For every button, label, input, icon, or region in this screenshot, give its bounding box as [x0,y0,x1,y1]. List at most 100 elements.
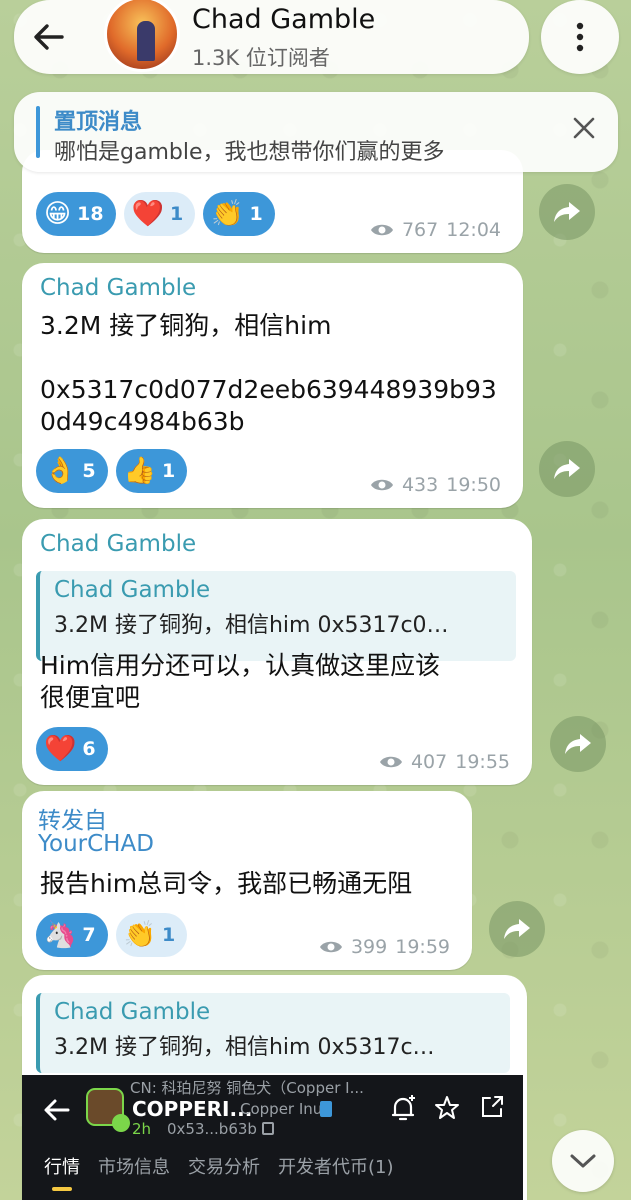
clap-emoji-icon: 👏 [211,199,244,229]
message-meta: 433 19:50 [370,474,501,496]
message-bubble-3[interactable]: Chad Gamble Chad Gamble 3.2M 接了铜狗，相信him … [22,519,532,785]
star-icon[interactable] [434,1095,460,1125]
token-age: 2h [132,1120,152,1138]
tab-dev-tokens[interactable]: 开发者代币(1) [278,1153,394,1189]
app-tabs: 行情 市场信息 交易分析 开发者代币(1) [44,1153,394,1189]
reply-quote[interactable]: Chad Gamble 3.2M 接了铜狗，相信him 0x5317c0… [36,571,516,661]
message-meta: 767 12:04 [370,219,501,241]
quote-text: 3.2M 接了铜狗，相信him 0x5317c… [54,1035,435,1060]
reactions-row: 😁 18 ❤️ 1 👏 1 [36,192,275,236]
chevron-down-icon [570,1154,596,1168]
reaction-clap[interactable]: 👏 1 [115,913,188,957]
tab-quotes[interactable]: 行情 [44,1153,80,1189]
avatar-figure [137,21,155,61]
menu-button[interactable] [541,0,619,74]
reaction-thumbs-up[interactable]: 👍 1 [115,449,188,493]
quote-sender: Chad Gamble [54,999,211,1025]
channel-avatar[interactable] [104,0,180,72]
share-out-icon[interactable] [480,1095,504,1123]
message-bubble-2[interactable]: Chad Gamble 3.2M 接了铜狗，相信him 0x5317c0d077… [22,263,523,508]
back-arrow-icon [34,24,64,50]
clap-emoji-icon: 👏 [123,920,156,950]
back-arrow-icon[interactable] [42,1095,72,1125]
reaction-unicorn[interactable]: 🦄 7 [36,913,108,957]
message-time: 19:59 [395,936,450,958]
thumbs-up-emoji-icon: 👍 [123,456,156,486]
reactions-row: ❤️ 6 [36,727,108,771]
share-arrow-icon [565,734,591,754]
ok-hand-emoji-icon: 👌 [44,456,77,486]
sender-name[interactable]: Chad Gamble [40,275,196,301]
alert-bell-icon[interactable] [390,1095,416,1127]
close-icon [573,117,595,139]
share-button[interactable] [539,441,595,497]
views-count: 433 [401,474,439,496]
channel-name: Chad Gamble [192,4,376,35]
message-text-line: Him信用分还可以，认真做这里应该 [40,651,441,680]
share-arrow-icon [554,202,580,222]
pinned-text: 哪怕是gamble，我也想带你们赢的更多 [54,140,445,165]
reply-quote[interactable]: Chad Gamble 3.2M 接了铜狗，相信him 0x5317c… [36,993,510,1073]
message-text-line: 3.2M 接了铜狗，相信him [40,311,332,340]
chain-badge-icon [320,1101,332,1117]
close-pinned-button[interactable] [572,116,596,144]
message-time: 12:04 [446,219,501,241]
active-tab-underline [52,1187,72,1191]
header-title-pill[interactable]: Chad Gamble 1.3K 位订阅者 [14,0,529,74]
heart-emoji-icon: ❤️ [44,734,77,764]
reaction-count: 1 [161,924,176,946]
cn-label: CN: 科珀尼努 铜色犬（Copper I... [130,1079,364,1097]
share-button[interactable] [550,716,606,772]
reaction-heart[interactable]: ❤️ 1 [123,192,196,236]
back-button[interactable] [32,20,66,58]
message-meta: 399 19:59 [319,936,450,958]
reaction-ok-hand[interactable]: 👌 5 [36,449,108,493]
token-address[interactable]: 0x53...b63b [167,1120,257,1138]
forward-source[interactable]: YourCHAD [38,831,154,857]
scroll-down-button[interactable] [552,1130,614,1192]
reactions-row: 👌 5 👍 1 [36,449,188,493]
contract-address-line: 0d49c4984b63b [40,407,245,436]
verified-icon [112,1114,130,1132]
reaction-heart[interactable]: ❤️ 6 [36,727,108,771]
reaction-count: 1 [249,203,263,225]
reaction-count: 5 [82,460,96,482]
pinned-message-bar[interactable]: 置顶消息 哪怕是gamble，我也想带你们赢的更多 [14,92,618,172]
copy-icon[interactable] [262,1122,274,1135]
quote-sender: Chad Gamble [54,577,211,603]
forward-label: 转发自 [38,808,107,834]
subscriber-count: 1.3K 位订阅者 [192,46,330,70]
views-eye-icon [370,224,393,236]
tab-trade-analysis[interactable]: 交易分析 [188,1153,260,1189]
reaction-count: 1 [169,203,184,225]
reaction-grin[interactable]: 😁 18 [36,192,116,236]
reaction-count: 1 [161,460,176,482]
sender-name[interactable]: Chad Gamble [40,531,196,557]
message-text-line: 很便宜吧 [40,683,141,712]
share-arrow-icon [504,919,530,939]
reactions-row: 🦄 7 👏 1 [36,913,188,957]
token-symbol: COPPERI... [132,1097,253,1121]
message-time: 19:50 [446,474,501,496]
views-eye-icon [370,479,393,491]
message-bubble-4[interactable]: 转发自 YourCHAD 报告him总司令，我部已畅通无阻 🦄 7 👏 1 399 … [22,791,472,970]
contract-address-line: 0x5317c0d077d2eeb639448939b93 [40,375,497,404]
heart-emoji-icon: ❤️ [131,199,164,229]
tab-market-info[interactable]: 市场信息 [98,1153,170,1189]
views-count: 767 [401,219,439,241]
unicorn-emoji-icon: 🦄 [44,920,77,950]
share-arrow-icon [554,459,580,479]
pinned-accent-line [36,106,40,158]
views-count: 399 [350,936,388,958]
views-eye-icon [379,756,402,768]
pinned-title: 置顶消息 [54,110,143,135]
message-meta: 407 19:55 [379,751,510,773]
share-button[interactable] [539,184,595,240]
views-eye-icon [319,941,342,953]
embedded-token-app[interactable]: CN: 科珀尼努 铜色犬（Copper I... COPPERI... Copp… [22,1075,523,1200]
token-avatar [86,1088,130,1132]
reaction-clap[interactable]: 👏 1 [203,192,275,236]
message-text: 报告him总司令，我部已畅通无阻 [40,869,413,898]
share-button[interactable] [489,901,545,957]
reaction-count: 6 [82,738,96,760]
